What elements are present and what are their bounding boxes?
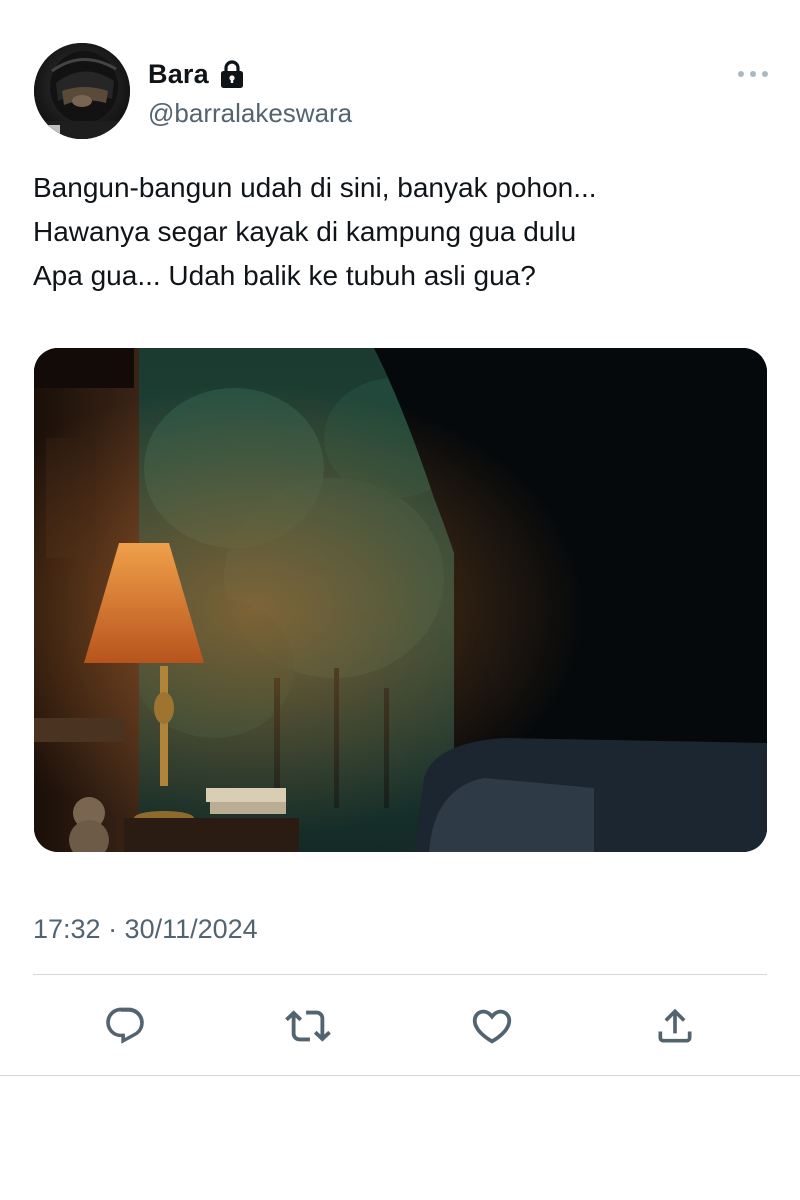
tweet-media-image[interactable] xyxy=(34,348,767,852)
divider xyxy=(0,1075,800,1076)
share-icon xyxy=(658,1008,692,1043)
tweet-text-line: Bangun-bangun udah di sini, banyak pohon… xyxy=(33,172,597,203)
tweet-text: Bangun-bangun udah di sini, banyak pohon… xyxy=(33,166,773,298)
more-options-button[interactable] xyxy=(733,62,773,86)
like-icon xyxy=(472,1009,512,1044)
display-name[interactable]: Bara xyxy=(148,59,209,90)
more-options-icon xyxy=(738,71,768,77)
author-name-row: Bara xyxy=(148,56,245,92)
share-button[interactable] xyxy=(649,1000,701,1052)
like-button[interactable] xyxy=(466,1000,518,1052)
username-handle[interactable]: @barralakeswara xyxy=(148,98,352,129)
divider xyxy=(33,974,767,975)
avatar[interactable] xyxy=(34,43,130,139)
tweet-actions-bar xyxy=(0,1000,800,1052)
tweet-detail: Bara @barralakeswara Bangun-bangun udah … xyxy=(0,0,800,1200)
retweet-button[interactable] xyxy=(282,1000,334,1052)
tweet-text-line: Apa gua... Udah balik ke tubuh asli gua? xyxy=(33,260,536,291)
reply-icon xyxy=(106,1007,144,1044)
reply-button[interactable] xyxy=(99,1000,151,1052)
tweet-timestamp[interactable]: 17:32 · 30/11/2024 xyxy=(33,914,258,945)
tweet-text-line: Hawanya segar kayak di kampung gua dulu xyxy=(33,216,577,247)
lock-icon xyxy=(219,59,245,89)
retweet-icon xyxy=(285,1010,331,1042)
